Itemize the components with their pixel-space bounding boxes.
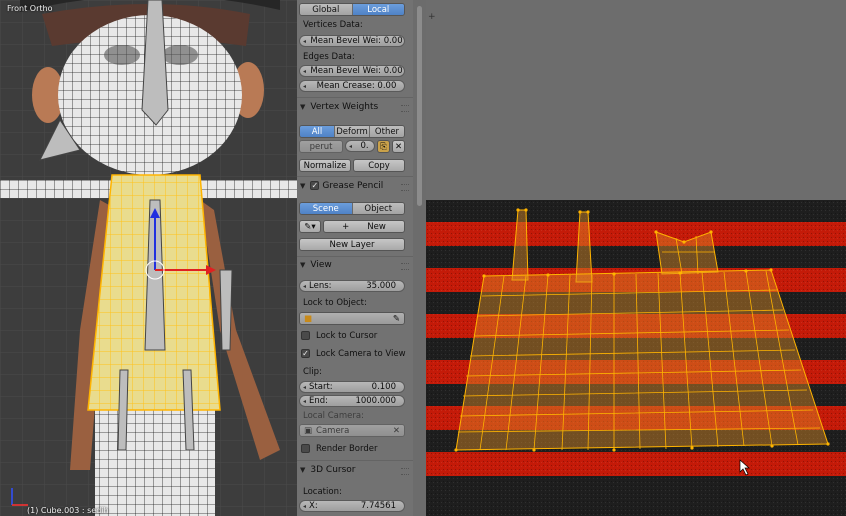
cursor-x-field[interactable]: ◂ X: 7.74561 (299, 500, 405, 512)
edge-crease-field[interactable]: ◂ Mean Crease: 0.00 (299, 80, 405, 92)
decrement-arrow-icon[interactable]: ◂ (300, 283, 309, 290)
decrement-arrow-icon[interactable]: ◂ (300, 384, 309, 391)
pencil-icon[interactable]: ✎▾ (299, 220, 321, 233)
eye-left (104, 45, 140, 65)
collapse-triangle-icon[interactable]: ▼ (300, 103, 305, 111)
vertex-weights-filter-tabs: All Deform Other (299, 125, 405, 138)
render-border-checkbox[interactable] (301, 444, 310, 453)
grease-pencil-checkbox[interactable]: ✓ (310, 181, 320, 190)
vertex-bevel-weight-field[interactable]: ◂ Mean Bevel Wei: 0.00 (299, 35, 405, 47)
lock-camera-to-view-checkbox[interactable]: ✓ (301, 349, 310, 358)
clip-end-field[interactable]: ◂ End: 1000.000 (299, 395, 405, 407)
tab-scene[interactable]: Scene (300, 203, 353, 214)
view-label: Front Ortho (7, 4, 53, 13)
lock-to-object-field[interactable]: ■ ✎ (299, 312, 405, 325)
remove-weight-icon[interactable]: ✕ (392, 140, 405, 153)
local-camera-field[interactable]: ▣ Camera ✕ (299, 424, 405, 437)
drag-grip-icon[interactable] (401, 105, 409, 112)
new-layer-button[interactable]: New Layer (299, 238, 405, 251)
properties-panel: Global Local Vertices Data: ◂ Mean Bevel… (297, 0, 413, 516)
local-camera-label: Local Camera: (303, 411, 364, 421)
collapse-triangle-icon[interactable]: ▼ (300, 261, 305, 269)
clip-label: Clip: (303, 367, 322, 377)
decrement-arrow-icon[interactable]: ◂ (346, 143, 355, 150)
3d-viewport[interactable]: Front Ortho (1) Cube.003 : sedih (0, 0, 297, 516)
copy-button[interactable]: Copy (353, 159, 405, 172)
normalize-button[interactable]: Normalize (299, 159, 351, 172)
panel-scrollbar[interactable] (413, 0, 426, 516)
decrement-arrow-icon[interactable]: ◂ (300, 398, 309, 405)
tab-object[interactable]: Object (352, 203, 404, 214)
paste-weight-icon[interactable]: ⎘ (377, 140, 390, 153)
view-header[interactable]: ▼ View (300, 260, 332, 270)
lock-camera-to-view-label: Lock Camera to View (316, 349, 406, 359)
bone-leg-left (117, 369, 129, 451)
uv-canvas[interactable] (426, 0, 846, 516)
render-border-label: Render Border (316, 444, 378, 454)
drag-grip-icon[interactable] (401, 263, 409, 270)
collapse-triangle-icon[interactable]: ▼ (300, 466, 305, 474)
tab-global[interactable]: Global (300, 4, 353, 15)
clear-icon[interactable]: ✕ (393, 426, 404, 436)
lens-field[interactable]: ◂ Lens: 35.000 (299, 280, 405, 292)
decrement-arrow-icon[interactable]: ◂ (300, 503, 309, 510)
grease-pencil-new-button[interactable]: + New (323, 220, 405, 233)
drag-grip-icon[interactable] (401, 468, 409, 475)
decrement-arrow-icon[interactable]: ◂ (300, 38, 309, 45)
lock-to-cursor-checkbox[interactable] (301, 331, 310, 340)
eyedropper-icon[interactable]: ✎ (393, 314, 400, 324)
viewport-scene (0, 0, 297, 516)
collapse-triangle-icon[interactable]: ▼ (300, 182, 305, 190)
vertex-group-weight-field[interactable]: ◂ 0. (345, 140, 375, 152)
grease-pencil-header[interactable]: ▼ ✓ Grease Pencil (300, 181, 383, 191)
decrement-arrow-icon[interactable]: ◂ (300, 68, 309, 75)
edge-bevel-weight-field[interactable]: ◂ Mean Bevel Wei: 0.00 (299, 65, 405, 77)
tab-deform[interactable]: Deform (335, 126, 370, 137)
vertices-data-label: Vertices Data: (303, 20, 363, 30)
decrement-arrow-icon[interactable]: ◂ (300, 83, 309, 90)
object-label: (1) Cube.003 : sedih (27, 506, 109, 515)
grease-pencil-source-tabs: Scene Object (299, 202, 405, 215)
eye-right (162, 45, 198, 65)
tab-all[interactable]: All (300, 126, 335, 137)
bone-arm-right (219, 269, 233, 351)
scrollbar-thumb[interactable] (417, 6, 422, 206)
location-label: Location: (303, 487, 342, 497)
object-cube-icon: ■ (304, 313, 313, 324)
lock-to-cursor-label: Lock to Cursor (316, 331, 378, 341)
clip-start-field[interactable]: ◂ Start: 0.100 (299, 381, 405, 393)
tab-other[interactable]: Other (370, 126, 404, 137)
add-icon: + (342, 221, 350, 232)
lock-to-object-label: Lock to Object: (303, 298, 367, 308)
uv-image-editor[interactable]: + (426, 0, 846, 516)
vertex-group-name[interactable]: perut (299, 140, 343, 153)
vertex-weights-header[interactable]: ▼ Vertex Weights (300, 102, 378, 112)
drag-grip-icon[interactable] (401, 184, 409, 191)
3d-cursor-header[interactable]: ▼ 3D Cursor (300, 465, 356, 475)
tab-local[interactable]: Local (352, 4, 404, 15)
camera-icon: ▣ (304, 425, 313, 436)
edges-data-label: Edges Data: (303, 52, 355, 62)
orientation-tabs: Global Local (299, 3, 405, 16)
